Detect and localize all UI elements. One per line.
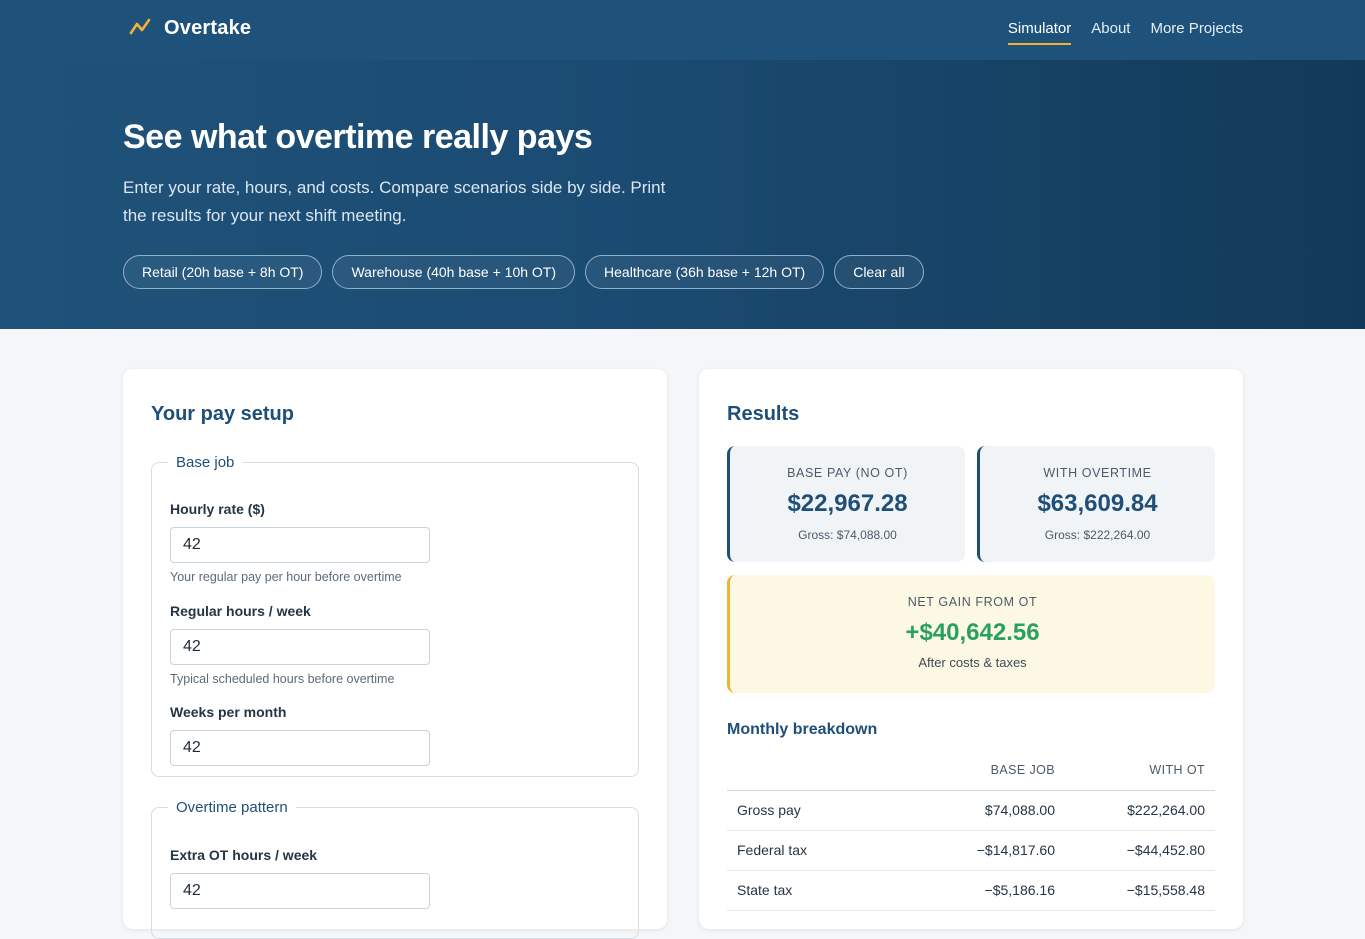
pay-setup-title: Your pay setup xyxy=(151,403,294,425)
table-row: State tax −$5,186.16 −$15,558.48 xyxy=(727,870,1215,910)
row-base-value: −$5,186.16 xyxy=(984,882,1055,898)
nav-link-about[interactable]: About xyxy=(1091,20,1130,45)
base-job-legend: Base job xyxy=(176,454,235,471)
base-pay-stat: BASE PAY (NO OT) $22,967.28 Gross: $74,0… xyxy=(727,446,965,562)
preset-healthcare-button[interactable]: Healthcare (36h base + 12h OT) xyxy=(585,255,825,289)
pay-setup-card: Your pay setup Base job Hourly rate ($) … xyxy=(123,369,667,939)
regular-hours-input[interactable] xyxy=(170,629,430,665)
nav-links: Simulator About More Projects xyxy=(1007,20,1243,45)
row-ot-value: −$44,452.80 xyxy=(1126,842,1205,858)
base-pay-value: $22,967.28 xyxy=(787,490,908,517)
hourly-rate-help: Your regular pay per hour before overtim… xyxy=(170,570,402,584)
extra-ot-hours-label: Extra OT hours / week xyxy=(170,847,318,863)
net-gain-note: After costs & taxes xyxy=(918,655,1027,670)
brand[interactable]: Overtake xyxy=(128,16,251,40)
results-card: Results BASE PAY (NO OT) $22,967.28 Gros… xyxy=(699,369,1243,929)
results-title: Results xyxy=(727,403,800,425)
hourly-rate-label: Hourly rate ($) xyxy=(170,501,265,517)
extra-ot-hours-input[interactable] xyxy=(170,873,430,909)
with-overtime-stat: WITH OVERTIME $63,609.84 Gross: $222,264… xyxy=(977,446,1215,562)
row-base-value: $74,088.00 xyxy=(984,802,1055,818)
net-gain-value: +$40,642.56 xyxy=(905,619,1040,646)
trend-line-icon xyxy=(129,18,151,35)
hero-title: See what overtime really pays xyxy=(123,118,593,156)
monthly-breakdown-title: Monthly breakdown xyxy=(727,721,878,738)
base-job-group: Base job Hourly rate ($) Your regular pa… xyxy=(151,454,639,777)
base-pay-gross: Gross: $74,088.00 xyxy=(798,528,897,542)
overtime-pattern-group: Overtime pattern Extra OT hours / week xyxy=(151,799,639,939)
hero-banner: See what overtime really pays Enter your… xyxy=(0,60,1365,329)
hero-subtitle: Enter your rate, hours, and costs. Compa… xyxy=(123,178,666,225)
row-label: Federal tax xyxy=(737,842,808,858)
regular-hours-label: Regular hours / week xyxy=(170,603,311,619)
table-row: Federal tax −$14,817.60 −$44,452.80 xyxy=(727,830,1215,870)
preset-warehouse-button[interactable]: Warehouse (40h base + 10h OT) xyxy=(332,255,576,289)
column-header-base-job: BASE JOB xyxy=(990,762,1055,777)
with-overtime-value: $63,609.84 xyxy=(1037,490,1158,517)
top-navigation-bar: Overtake Simulator About More Projects xyxy=(0,0,1365,60)
column-header-with-ot: WITH OT xyxy=(1149,762,1205,777)
preset-retail-button[interactable]: Retail (20h base + 8h OT) xyxy=(123,255,323,289)
with-overtime-label: WITH OVERTIME xyxy=(1043,466,1152,480)
preset-buttons: Retail (20h base + 8h OT) Warehouse (40h… xyxy=(123,255,924,289)
table-header-row: BASE JOB WITH OT xyxy=(727,750,1215,790)
net-gain-stat: NET GAIN FROM OT +$40,642.56 After costs… xyxy=(727,575,1215,693)
net-gain-label: NET GAIN FROM OT xyxy=(907,595,1038,609)
regular-hours-help: Typical scheduled hours before overtime xyxy=(170,672,395,686)
row-base-value: −$14,817.60 xyxy=(976,842,1055,858)
weeks-per-month-input[interactable] xyxy=(170,730,430,766)
nav-link-more-projects[interactable]: More Projects xyxy=(1150,20,1243,45)
brand-name: Overtake xyxy=(164,16,252,39)
with-overtime-gross: Gross: $222,264.00 xyxy=(1044,528,1151,542)
overtime-pattern-legend: Overtime pattern xyxy=(176,799,288,816)
table-row: Gross pay $74,088.00 $222,264.00 xyxy=(727,790,1215,830)
monthly-breakdown-table: BASE JOB WITH OT Gross pay $74,088.00 $2… xyxy=(727,750,1215,911)
row-label: State tax xyxy=(737,882,793,898)
clear-all-button[interactable]: Clear all xyxy=(834,255,924,289)
hourly-rate-input[interactable] xyxy=(170,527,430,563)
row-ot-value: −$15,558.48 xyxy=(1126,882,1205,898)
row-label: Gross pay xyxy=(737,802,801,818)
nav-link-simulator[interactable]: Simulator xyxy=(1007,20,1072,45)
base-pay-label: BASE PAY (NO OT) xyxy=(787,466,908,480)
column-header xyxy=(727,750,915,790)
weeks-per-month-label: Weeks per month xyxy=(170,704,287,720)
row-ot-value: $222,264.00 xyxy=(1127,802,1205,818)
